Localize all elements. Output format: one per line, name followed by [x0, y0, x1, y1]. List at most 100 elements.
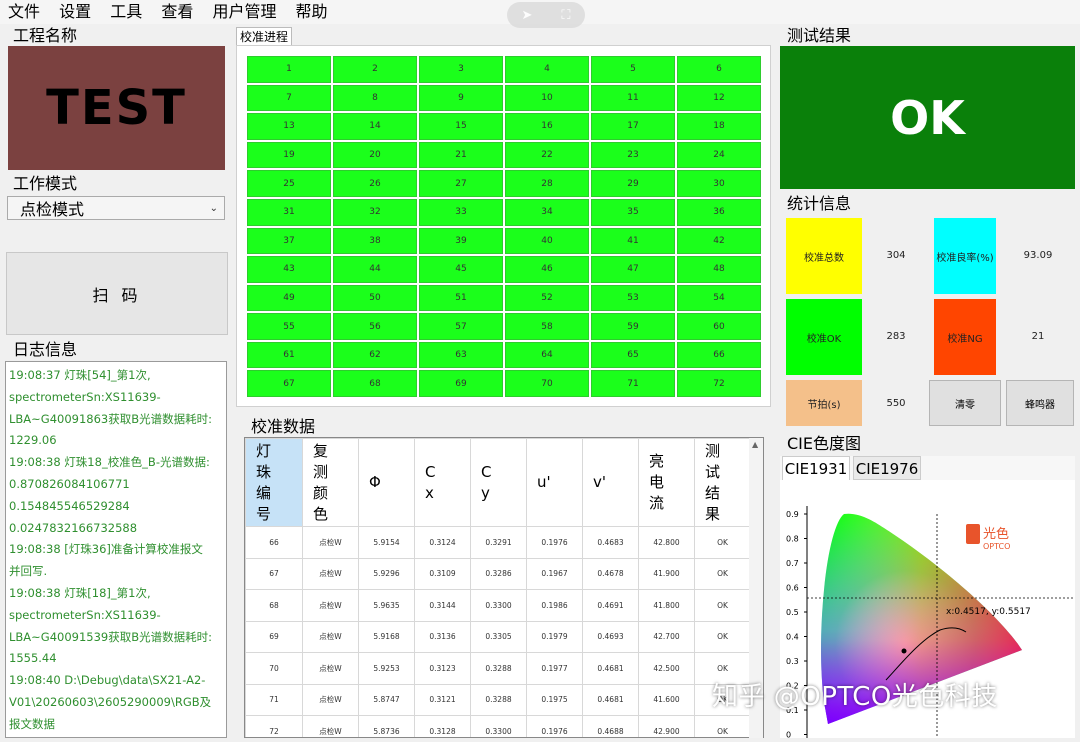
table-row[interactable]: 67 点检W 5.9296 0.3109 0.3286 0.1967 0.4678 41.90…	[245, 557, 751, 590]
led-cell[interactable]: 51	[419, 284, 503, 312]
led-cell[interactable]: 17	[591, 113, 675, 140]
led-cell[interactable]: 10	[505, 84, 589, 112]
led-cell[interactable]: 2	[333, 56, 417, 83]
led-cell[interactable]: 64	[505, 341, 589, 369]
led-cell[interactable]: 3	[419, 56, 503, 83]
led-cell[interactable]: 42	[677, 227, 761, 255]
led-cell[interactable]: 26	[333, 170, 417, 197]
led-cell[interactable]: 47	[591, 256, 675, 283]
pointer-icon[interactable]: ➤	[521, 8, 532, 23]
led-cell[interactable]: 66	[677, 341, 761, 369]
led-cell[interactable]: 7	[247, 84, 331, 112]
led-cell[interactable]: 23	[591, 141, 675, 169]
led-cell[interactable]: 61	[247, 341, 331, 369]
led-cell[interactable]: 8	[333, 84, 417, 112]
led-cell[interactable]: 31	[247, 198, 331, 226]
led-cell[interactable]: 14	[333, 113, 417, 140]
led-cell[interactable]: 30	[677, 170, 761, 197]
led-cell[interactable]: 67	[247, 370, 331, 397]
led-cell[interactable]: 15	[419, 113, 503, 140]
led-cell[interactable]: 35	[591, 198, 675, 226]
led-cell[interactable]: 72	[677, 370, 761, 397]
work-mode-select[interactable]: 点检模式 ⌄	[7, 196, 225, 220]
clear-button[interactable]: 清零	[929, 380, 1001, 426]
led-cell[interactable]: 54	[677, 284, 761, 312]
led-cell[interactable]: 27	[419, 170, 503, 197]
menu-user-management[interactable]: 用户管理	[206, 0, 282, 24]
menu-help[interactable]: 帮助	[290, 0, 334, 24]
led-cell[interactable]: 28	[505, 170, 589, 197]
led-cell[interactable]: 11	[591, 84, 675, 112]
led-cell[interactable]: 37	[247, 227, 331, 255]
scroll-up-icon[interactable]: ▲	[752, 440, 758, 449]
led-cell[interactable]: 59	[591, 313, 675, 340]
led-cell[interactable]: 45	[419, 256, 503, 283]
menu-tools[interactable]: 工具	[104, 0, 148, 24]
led-cell[interactable]: 63	[419, 341, 503, 369]
column-header[interactable]: v'	[582, 438, 639, 527]
led-cell[interactable]: 6	[677, 56, 761, 83]
table-row[interactable]: 66 点检W 5.9154 0.3124 0.3291 0.1976 0.4683 42.80…	[245, 526, 751, 559]
led-cell[interactable]: 53	[591, 284, 675, 312]
log-panel[interactable]: 19:08:37 灯珠[54]_第1次, spectrometerSn:XS116…	[5, 361, 227, 738]
table-row[interactable]: 68 点检W 5.9635 0.3144 0.3300 0.1986 0.4691 41.80…	[245, 589, 751, 622]
led-cell[interactable]: 46	[505, 256, 589, 283]
tab-calibration-progress[interactable]: 校准进程	[236, 27, 292, 46]
column-header[interactable]: u'	[526, 438, 583, 527]
led-cell[interactable]: 12	[677, 84, 761, 112]
led-cell[interactable]: 33	[419, 198, 503, 226]
scan-button[interactable]: 扫 码	[6, 252, 228, 335]
column-header[interactable]: 亮电流	[638, 438, 695, 527]
buzzer-button[interactable]: 蜂鸣器	[1006, 380, 1074, 426]
led-cell[interactable]: 25	[247, 170, 331, 197]
column-header[interactable]: 复测颜色	[302, 438, 359, 527]
led-cell[interactable]: 70	[505, 370, 589, 397]
led-cell[interactable]: 19	[247, 141, 331, 169]
led-cell[interactable]: 5	[591, 56, 675, 83]
column-header[interactable]: Φ	[358, 438, 415, 527]
table-row[interactable]: 69 点检W 5.9168 0.3136 0.3305 0.1979 0.4693 42.70…	[245, 620, 751, 653]
table-row[interactable]: 72 点检W 5.8736 0.3128 0.3300 0.1976 0.4688 42.90…	[245, 715, 751, 737]
led-cell[interactable]: 40	[505, 227, 589, 255]
led-cell[interactable]: 69	[419, 370, 503, 397]
led-cell[interactable]: 52	[505, 284, 589, 312]
led-cell[interactable]: 1	[247, 56, 331, 83]
column-header[interactable]: Cx	[414, 438, 471, 527]
led-cell[interactable]: 68	[333, 370, 417, 397]
led-cell[interactable]: 21	[419, 141, 503, 169]
floating-toolbar[interactable]: ➤ ⛶	[507, 2, 585, 28]
menu-file[interactable]: 文件	[2, 0, 46, 24]
led-cell[interactable]: 41	[591, 227, 675, 255]
led-cell[interactable]: 65	[591, 341, 675, 369]
column-header[interactable]: 测试结果	[694, 438, 751, 527]
led-cell[interactable]: 29	[591, 170, 675, 197]
led-cell[interactable]: 62	[333, 341, 417, 369]
menu-settings[interactable]: 设置	[53, 0, 97, 24]
led-cell[interactable]: 56	[333, 313, 417, 340]
led-cell[interactable]: 22	[505, 141, 589, 169]
column-header[interactable]: Cy	[470, 438, 527, 527]
led-cell[interactable]: 60	[677, 313, 761, 340]
fullscreen-icon[interactable]: ⛶	[561, 8, 570, 23]
led-cell[interactable]: 57	[419, 313, 503, 340]
led-cell[interactable]: 48	[677, 256, 761, 283]
led-cell[interactable]: 34	[505, 198, 589, 226]
led-cell[interactable]: 58	[505, 313, 589, 340]
led-cell[interactable]: 43	[247, 256, 331, 283]
tab-cie1976[interactable]: CIE1976	[853, 456, 921, 480]
led-cell[interactable]: 18	[677, 113, 761, 140]
led-cell[interactable]: 50	[333, 284, 417, 312]
led-cell[interactable]: 24	[677, 141, 761, 169]
led-cell[interactable]: 32	[333, 198, 417, 226]
table-row[interactable]: 70 点检W 5.9253 0.3123 0.3288 0.1977 0.4681 42.50…	[245, 652, 751, 685]
led-cell[interactable]: 38	[333, 227, 417, 255]
led-cell[interactable]: 20	[333, 141, 417, 169]
menu-view[interactable]: 查看	[155, 0, 199, 24]
led-cell[interactable]: 13	[247, 113, 331, 140]
table-row[interactable]: 71 点检W 5.8747 0.3121 0.3288 0.1975 0.4681 41.60…	[245, 683, 751, 716]
tab-cie1931[interactable]: CIE1931	[782, 456, 850, 480]
led-cell[interactable]: 36	[677, 198, 761, 226]
led-cell[interactable]: 55	[247, 313, 331, 340]
led-cell[interactable]: 9	[419, 84, 503, 112]
calibration-data-table[interactable]: 灯珠编号 复测颜色 Φ Cx Cy u' v' 亮电流 测试结果 66 点检W 5.9154 0.31…	[244, 437, 764, 738]
